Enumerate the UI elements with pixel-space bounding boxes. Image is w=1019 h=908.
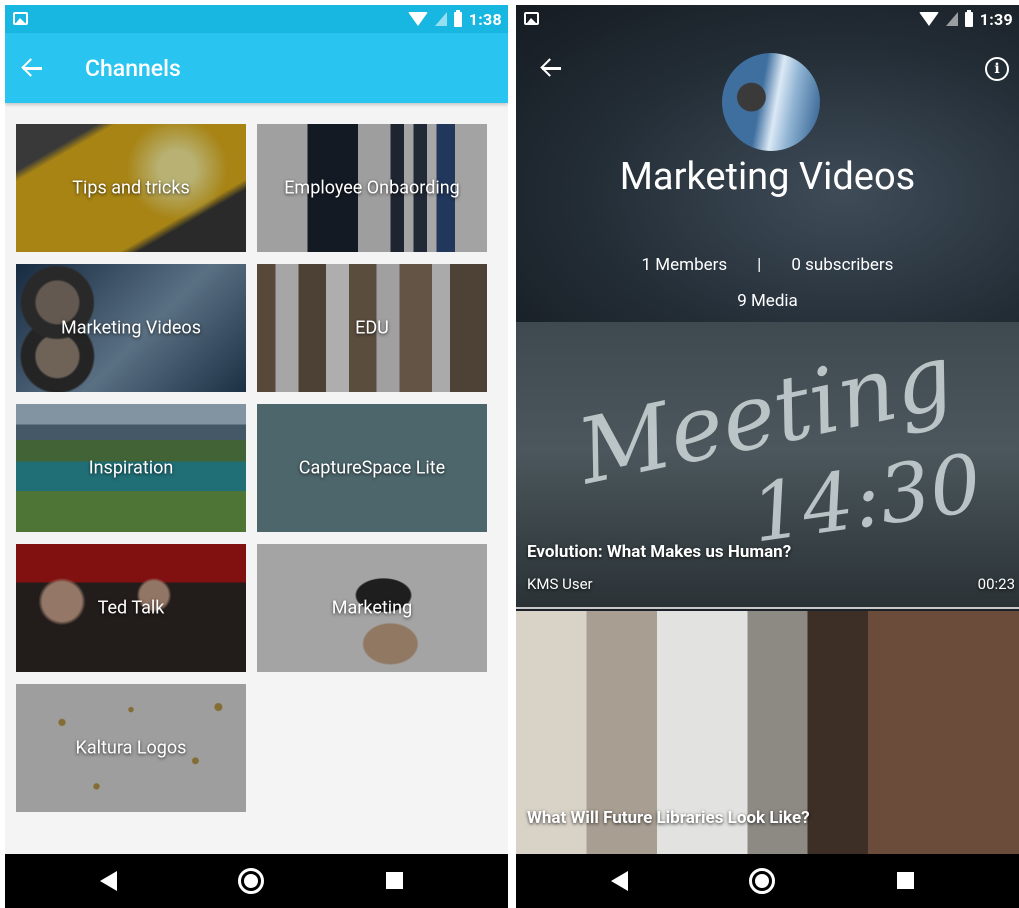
video-card[interactable]: Meeting 14:30 Evolution: What Makes us H…	[516, 322, 1019, 609]
channel-label: Employee Onbaording	[284, 177, 460, 199]
nav-home-icon[interactable]	[238, 868, 264, 894]
status-icons: 1:38	[407, 9, 502, 29]
channel-detail-screen: 1:39 i Marketing Videos 1 Members | 0 subs…	[516, 5, 1019, 908]
video-duration: 00:23	[977, 575, 1015, 593]
video-card[interactable]: What Will Future Libraries Look Like?	[516, 611, 1019, 854]
video-owner: KMS User	[527, 575, 593, 593]
nav-home-icon[interactable]	[749, 868, 775, 894]
channel-tile-edu[interactable]: EDU	[257, 264, 487, 392]
signal-icon	[434, 12, 447, 26]
channel-label: Marketing Videos	[61, 317, 201, 339]
status-bar: 1:38	[5, 5, 508, 33]
nav-recents-icon[interactable]	[386, 872, 403, 889]
channel-tile-inspiration[interactable]: Inspiration	[16, 404, 246, 532]
channel-tile-marketing[interactable]: Marketing	[257, 544, 487, 672]
channel-avatar	[722, 53, 820, 151]
channel-stats: 1 Members | 0 subscribers	[516, 255, 1019, 275]
nav-back-icon[interactable]	[611, 871, 628, 891]
channel-tile-ted-talk[interactable]: Ted Talk	[16, 544, 246, 672]
video-title: What Will Future Libraries Look Like?	[527, 808, 810, 828]
channel-label: Kaltura Logos	[75, 737, 187, 759]
media-count: 9 Media	[737, 291, 798, 311]
nav-recents-icon[interactable]	[897, 872, 914, 889]
channel-label: Inspiration	[88, 457, 174, 479]
channel-label: Tips and tricks	[72, 177, 190, 199]
channel-label: CaptureSpace Lite	[298, 457, 446, 479]
stats-separator: |	[757, 255, 762, 275]
channel-label: Ted Talk	[97, 597, 165, 619]
channel-label: EDU	[355, 317, 389, 339]
channel-tile-capturespace-lite[interactable]: CaptureSpace Lite	[257, 404, 487, 532]
info-icon[interactable]: i	[985, 57, 1009, 81]
wifi-icon	[407, 12, 428, 26]
channel-header: i Marketing Videos 1 Members | 0 subscribe…	[516, 5, 1019, 322]
system-nav-bar	[516, 854, 1019, 908]
back-arrow-icon[interactable]	[540, 57, 562, 79]
channel-tile-marketing-videos[interactable]: Marketing Videos	[16, 264, 246, 392]
back-arrow-icon[interactable]	[21, 57, 43, 79]
members-count: 1 Members	[641, 255, 728, 275]
nav-back-icon[interactable]	[100, 871, 117, 891]
channel-grid: Tips and tricks Employee Onbaording Mark…	[16, 124, 488, 812]
status-icons: 1:39	[918, 9, 1013, 29]
video-title: Evolution: What Makes us Human?	[527, 542, 792, 562]
channel-tile-kaltura-logos[interactable]: Kaltura Logos	[16, 684, 246, 812]
image-notification-icon	[524, 12, 539, 25]
image-notification-icon	[13, 12, 28, 25]
page-title: Channels	[85, 55, 181, 82]
channels-screen: 1:38 Channels Tips and tricks Employee O…	[5, 5, 508, 908]
channel-title: Marketing Videos	[619, 155, 916, 199]
status-time: 1:39	[979, 9, 1013, 29]
battery-icon	[964, 9, 973, 27]
channel-tile-tips-and-tricks[interactable]: Tips and tricks	[16, 124, 246, 252]
channel-label: Marketing	[331, 597, 413, 619]
app-bar: Channels	[5, 33, 508, 103]
signal-icon	[945, 12, 958, 26]
channel-tile-employee-onboarding[interactable]: Employee Onbaording	[257, 124, 487, 252]
battery-icon	[453, 9, 462, 27]
system-nav-bar	[5, 854, 508, 908]
status-bar: 1:39	[516, 5, 1019, 33]
status-time: 1:38	[468, 9, 502, 29]
subscribers-count: 0 subscribers	[791, 255, 894, 275]
wifi-icon	[918, 12, 939, 26]
